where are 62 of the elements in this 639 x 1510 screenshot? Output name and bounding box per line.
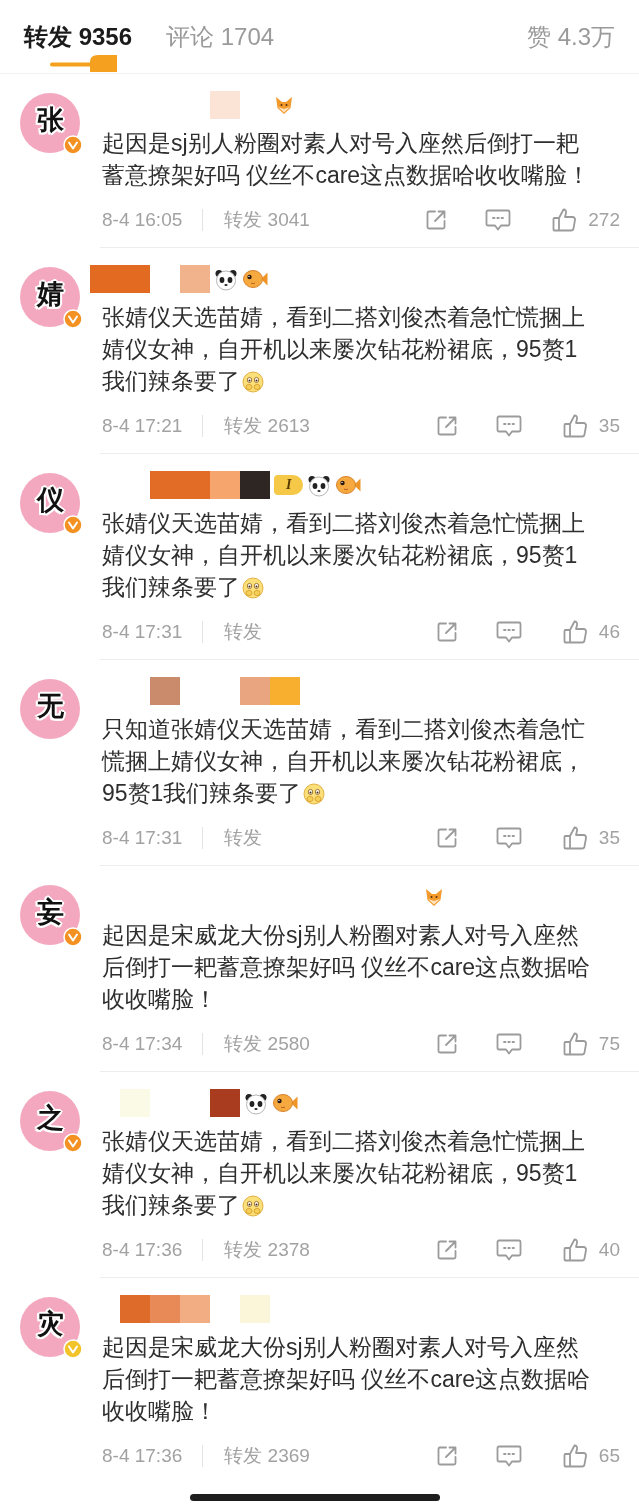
- tab[interactable]: 转发 9356: [24, 22, 133, 72]
- comment-text: 起因是宋威龙大份sj别人粉圈对素人对号入座然后倒打一耙蓄意撩架好吗 仪丝不care这点数据哈收收嘴脸！: [102, 1334, 591, 1424]
- thumbs-up-icon[interactable]: [561, 619, 588, 645]
- like-count: 272: [588, 209, 620, 231]
- comment-icon[interactable]: [495, 826, 522, 850]
- avatar[interactable]: 无: [20, 679, 80, 739]
- avatar[interactable]: 妄: [20, 885, 80, 945]
- level-badge: I: [274, 475, 304, 495]
- like-count: 75: [598, 1033, 620, 1055]
- repost-count[interactable]: 转发 2580: [224, 1031, 310, 1057]
- comment-text: 张婧仪天选苗婧，看到二搭刘俊杰着急忙慌捆上婧仪女神，自开机以来屡次钻花粉裙底，95赘1我们辣条要了: [102, 510, 585, 600]
- like-count: 46: [598, 621, 620, 643]
- comment-text: 张婧仪天选苗婧，看到二搭刘俊杰着急忙慌捆上婧仪女神，自开机以来屡次钻花粉裙底，95赘1我们辣条要了: [102, 1128, 585, 1218]
- like-count: 35: [598, 827, 620, 849]
- comment-text: 起因是sj别人粉圈对素人对号入座然后倒打一耙蓄意撩架好吗 仪丝不care这点数据哈收收嘴脸！: [102, 130, 591, 188]
- tab[interactable]: 评论 1704: [166, 22, 275, 72]
- tab-indicator: [50, 54, 119, 72]
- comment-time: 8-4 17:34: [102, 1033, 183, 1055]
- fox-icon: [424, 887, 444, 907]
- fish-icon: [272, 1093, 298, 1113]
- repost-count[interactable]: 转发 2378: [224, 1237, 310, 1263]
- comment-icon[interactable]: [495, 620, 522, 644]
- comment-time: 8-4 17:21: [102, 415, 183, 437]
- repost-count[interactable]: 转发: [224, 619, 263, 645]
- comment-icon[interactable]: [495, 1444, 522, 1468]
- panda-icon: [214, 267, 238, 291]
- repost-count[interactable]: 转发 2369: [224, 1443, 310, 1469]
- comment-time: 8-4 17:31: [102, 621, 183, 643]
- like-count: 65: [598, 1445, 620, 1467]
- repost-count[interactable]: 转发 2613: [224, 413, 310, 439]
- thumbs-up-icon[interactable]: [561, 1443, 588, 1469]
- comment-icon[interactable]: [495, 414, 522, 438]
- comment-time: 8-4 17:36: [102, 1445, 183, 1467]
- thumbs-up-icon[interactable]: [551, 207, 578, 233]
- thumbs-up-icon[interactable]: [561, 825, 588, 851]
- panda-icon: [244, 1091, 268, 1115]
- like-count: 35: [598, 415, 620, 437]
- comment-time: 8-4 17:31: [102, 827, 183, 849]
- panda-icon: [307, 473, 332, 497]
- thumbs-up-icon[interactable]: [561, 413, 588, 439]
- comment-time: 8-4 17:36: [102, 1239, 183, 1261]
- thumbs-up-icon[interactable]: [561, 1031, 588, 1057]
- avatar[interactable]: 张: [20, 93, 80, 153]
- comment-text: 起因是宋威龙大份sj别人粉圈对素人对号入座然后倒打一耙蓄意撩架好吗 仪丝不care这点数据哈收收嘴脸！: [102, 922, 591, 1012]
- repost-count[interactable]: 转发 3041: [224, 207, 310, 233]
- comment-text: 只知道张婧仪天选苗婧，看到二搭刘俊杰着急忙慌捆上婧仪女神，自开机以来屡次钻花粉裙底，95赘1我们辣条要了: [102, 716, 585, 806]
- comment-icon[interactable]: [495, 1238, 522, 1262]
- thumbs-up-icon[interactable]: [561, 1237, 588, 1263]
- like-count: 40: [598, 1239, 620, 1261]
- avatar[interactable]: 之: [20, 1091, 80, 1151]
- like-tab[interactable]: 赞 4.3万: [526, 22, 615, 72]
- avatar[interactable]: 婧: [20, 267, 80, 327]
- comment-icon[interactable]: [485, 208, 512, 232]
- avatar[interactable]: 仪: [20, 473, 80, 533]
- fox-icon: [274, 95, 294, 115]
- comment-time: 8-4 16:05: [102, 209, 183, 231]
- comment-text: 张婧仪天选苗婧，看到二搭刘俊杰着急忙慌捆上婧仪女神，自开机以来屡次钻花粉裙底，95赘1我们辣条要了: [102, 304, 585, 394]
- fish-icon: [335, 475, 362, 495]
- avatar[interactable]: 灾: [20, 1297, 80, 1357]
- fish-icon: [242, 269, 268, 289]
- repost-count[interactable]: 转发: [224, 825, 263, 851]
- comment-icon[interactable]: [495, 1032, 522, 1056]
